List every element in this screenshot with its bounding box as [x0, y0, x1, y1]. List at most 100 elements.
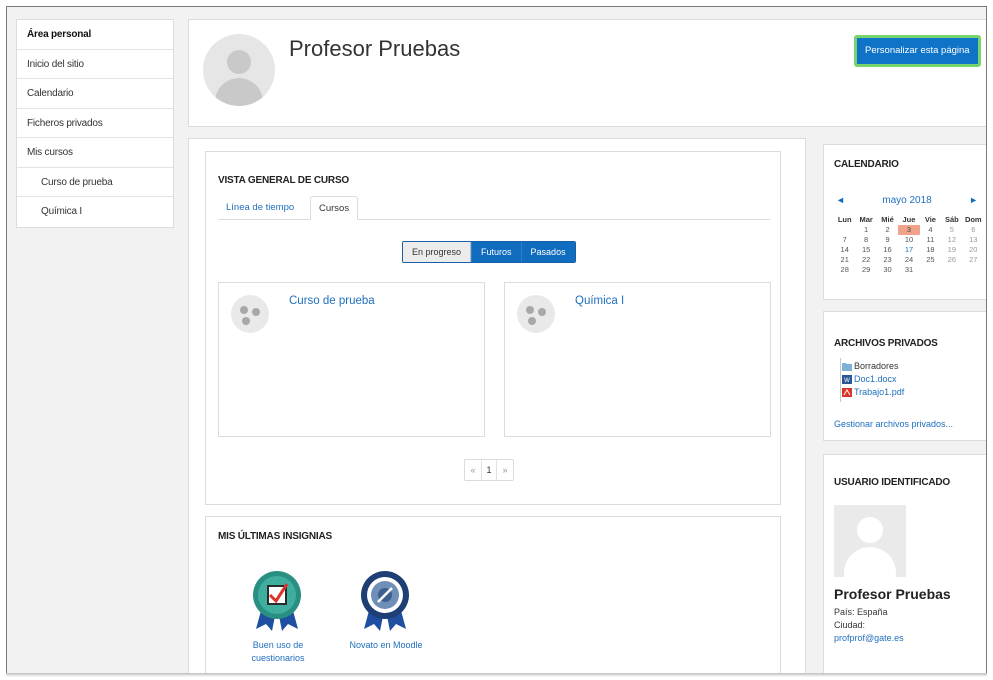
calendar-day[interactable]: 24 [898, 255, 919, 265]
svg-text:W: W [844, 378, 850, 384]
nav-item-curso-de-prueba[interactable]: Curso de prueba [17, 168, 173, 197]
avatar-shoulders [844, 547, 896, 577]
calendar-block: CALENDARIO ◄ mayo 2018 ► Lun Mar Mié Jue Vie… [823, 144, 986, 300]
main-region: VISTA GENERAL DE CURSO Línea de tiempo C… [188, 138, 806, 673]
calendar-day[interactable]: 1 [855, 225, 876, 235]
pagination-prev-button[interactable]: « [465, 460, 481, 480]
logged-in-user-title: USUARIO IDENTIFICADO [834, 477, 951, 488]
course-network-icon [240, 306, 260, 325]
calendar-day[interactable]: 9 [877, 235, 898, 245]
filter-futuros-button[interactable]: Futuros [471, 242, 521, 262]
filter-pasados-button[interactable]: Pasados [520, 242, 575, 262]
calendar-weekday: Jue [902, 215, 916, 224]
file-tree-item[interactable]: Trabajo1.pdf [840, 386, 904, 399]
calendar-day[interactable]: 7 [834, 235, 855, 245]
calendar-empty-cell [920, 265, 941, 275]
file-tree-item[interactable]: W Doc1.docx [840, 373, 904, 386]
calendar-day[interactable]: 25 [920, 255, 941, 265]
calendar-day[interactable]: 21 [834, 255, 855, 265]
page-header: Profesor Pruebas Personalizar esta págin… [188, 19, 986, 127]
calendar-next-arrow-icon[interactable]: ► [969, 195, 978, 205]
calendar-day[interactable]: 12 [941, 235, 962, 245]
calendar-day[interactable]: 15 [855, 245, 876, 255]
calendar-day[interactable]: 6 [963, 225, 984, 235]
filter-en-progreso-button[interactable]: En progreso [403, 242, 472, 262]
calendar-day[interactable]: 19 [941, 245, 962, 255]
calendar-day[interactable]: 23 [877, 255, 898, 265]
tab-linea-de-tiempo[interactable]: Línea de tiempo [218, 196, 302, 220]
nav-item-mis-cursos[interactable]: Mis cursos [17, 138, 173, 168]
avatar-head [227, 50, 251, 74]
badge-label-line: cuestionarios [251, 653, 305, 663]
calendar-weekday: Vie [924, 215, 936, 224]
badge-label-buen-uso[interactable]: Buen uso de cuestionarios [234, 639, 322, 665]
user-city: Ciudad: [834, 620, 866, 630]
calendar-nav: ◄ mayo 2018 ► [834, 195, 980, 207]
nav-item-area-personal[interactable]: Área personal [17, 20, 173, 50]
badge-compass-icon [361, 571, 409, 631]
pdf-icon [842, 388, 852, 397]
calendar-weekday: Lun [837, 215, 852, 224]
badge-label-line: Buen uso de [252, 640, 304, 650]
course-overview-block: VISTA GENERAL DE CURSO Línea de tiempo C… [205, 151, 781, 505]
private-files-block: ARCHIVOS PRIVADOS Borradores W Doc1.docx [823, 311, 986, 441]
tab-cursos[interactable]: Cursos [310, 196, 359, 220]
badge-novato[interactable] [358, 569, 412, 636]
window-shadow [6, 673, 987, 677]
calendar-grid: Lun Mar Mié Jue Vie Sáb Dom 1 2 3 4 5 6 7 8 9 10 11 12 13 14… [834, 215, 984, 275]
badge-checkbox-icon [253, 571, 301, 631]
calendar-day[interactable]: 20 [963, 245, 984, 255]
user-picture[interactable] [834, 505, 906, 577]
file-tree-item[interactable]: Borradores [840, 360, 904, 373]
nav-item-quimica[interactable]: Química I [17, 197, 173, 227]
user-country: País: España [834, 607, 888, 617]
calendar-day[interactable]: 13 [963, 235, 984, 245]
calendar-day[interactable]: 14 [834, 245, 855, 255]
pagination-next-button[interactable]: » [497, 460, 513, 480]
calendar-day[interactable]: 28 [834, 265, 855, 275]
course-icon [517, 295, 555, 333]
nav-item-ficheros-privados[interactable]: Ficheros privados [17, 109, 173, 138]
calendar-weekday: Mié [881, 215, 894, 224]
calendar-day[interactable]: 8 [855, 235, 876, 245]
calendar-day[interactable]: 3 [898, 225, 920, 235]
calendar-day[interactable]: 30 [877, 265, 898, 275]
course-filter-group: En progreso Futuros Pasados [402, 241, 576, 263]
calendar-weekday: Dom [964, 215, 982, 224]
course-overview-title: VISTA GENERAL DE CURSO [218, 175, 349, 186]
course-overview-tabs: Línea de tiempo Cursos [218, 196, 770, 220]
pagination-page-button[interactable]: 1 [481, 460, 497, 480]
browser-viewport: Área personal Inicio del sitio Calendari… [6, 6, 987, 674]
course-name-link[interactable]: Química I [575, 295, 624, 307]
calendar-day[interactable]: 11 [920, 235, 941, 245]
calendar-day[interactable]: 5 [941, 225, 962, 235]
user-email-link[interactable]: profprof@gate.es [834, 633, 904, 643]
badge-label-novato[interactable]: Novato en Moodle [346, 639, 426, 652]
private-files-title: ARCHIVOS PRIVADOS [834, 338, 938, 349]
calendar-day[interactable]: 27 [963, 255, 984, 265]
calendar-day[interactable]: 31 [898, 265, 919, 275]
file-name: Trabajo1.pdf [854, 387, 905, 397]
pagination: « 1 » [464, 459, 514, 481]
avatar-head [857, 517, 883, 543]
calendar-day[interactable]: 2 [877, 225, 898, 235]
calendar-day[interactable]: 22 [855, 255, 876, 265]
calendar-day[interactable]: 29 [855, 265, 876, 275]
word-icon: W [842, 375, 852, 384]
calendar-day[interactable]: 10 [898, 235, 919, 245]
course-name-link[interactable]: Curso de prueba [289, 295, 375, 307]
calendar-day[interactable]: 17 [898, 245, 919, 255]
course-card[interactable]: Química I [504, 282, 771, 437]
calendar-day[interactable]: 16 [877, 245, 898, 255]
calendar-day[interactable]: 18 [920, 245, 941, 255]
calendar-day[interactable]: 4 [920, 225, 941, 235]
course-card[interactable]: Curso de prueba [218, 282, 485, 437]
customize-page-button[interactable]: Personalizar esta página [854, 35, 981, 67]
calendar-day[interactable]: 26 [941, 255, 962, 265]
user-fullname[interactable]: Profesor Pruebas [834, 586, 951, 602]
calendar-month-link[interactable]: mayo 2018 [834, 195, 980, 206]
nav-item-calendario[interactable]: Calendario [17, 79, 173, 109]
badge-buen-uso[interactable] [250, 569, 304, 636]
manage-private-files-link[interactable]: Gestionar archivos privados... [834, 419, 953, 429]
nav-item-inicio-sitio[interactable]: Inicio del sitio [17, 50, 173, 79]
